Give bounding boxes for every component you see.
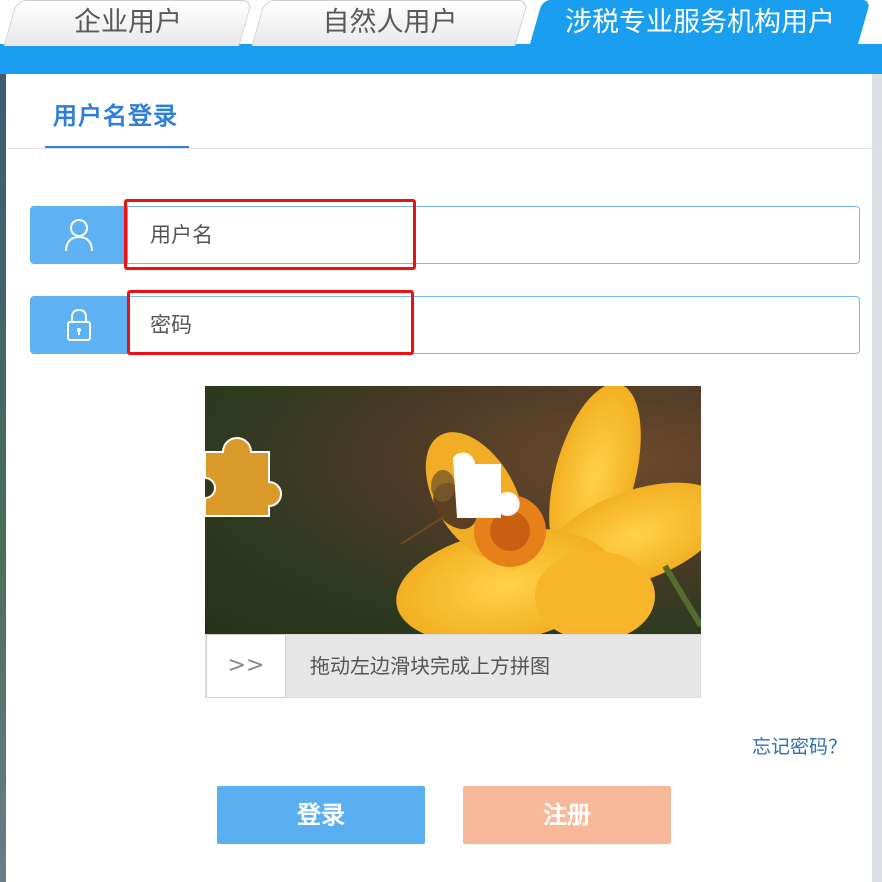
username-icon-box [30, 206, 128, 264]
tab-label: 企业用户 [74, 7, 182, 38]
register-button[interactable]: 注册 [463, 786, 671, 844]
tab-individual-user[interactable]: 自然人用户 [251, 0, 529, 46]
user-type-tabs: 企业用户 自然人用户 涉税专业服务机构用户 [0, 0, 882, 74]
username-field [30, 206, 860, 264]
tab-enterprise-user[interactable]: 企业用户 [3, 0, 253, 46]
background-edge [0, 40, 6, 882]
password-icon-box [30, 296, 128, 354]
flower-image [205, 386, 701, 634]
password-input[interactable] [128, 297, 859, 353]
login-button[interactable]: 登录 [217, 786, 425, 844]
slider-handle[interactable]: >> [206, 634, 286, 698]
slider-captcha: >> 拖动左边滑块完成上方拼图 [205, 386, 701, 698]
slider-track[interactable]: >> 拖动左边滑块完成上方拼图 [205, 634, 701, 698]
subtab-divider [8, 148, 882, 149]
user-icon [65, 219, 93, 252]
tab-username-login[interactable]: 用户名登录 [45, 86, 189, 148]
login-window: 企业用户 自然人用户 涉税专业服务机构用户 用户名登录 用户名 >> 拖动左边滑… [0, 0, 882, 882]
username-input-wrap [128, 206, 860, 264]
window-scroll-edge [872, 40, 882, 882]
password-field [30, 296, 860, 354]
tab-label: 涉税专业服务机构用户 [565, 7, 835, 38]
tabs-strip [0, 44, 882, 74]
lock-icon [67, 308, 91, 341]
captcha-puzzle-image [205, 386, 701, 634]
tab-tax-agency-user[interactable]: 涉税专业服务机构用户 [529, 0, 871, 46]
forgot-password-link[interactable]: 忘记密码？ [752, 732, 847, 759]
password-input-wrap [128, 296, 860, 354]
username-input[interactable] [128, 207, 859, 263]
subtab-label: 用户名登录 [53, 102, 178, 130]
tab-label: 自然人用户 [322, 7, 458, 38]
slider-instruction: 拖动左边滑块完成上方拼图 [310, 654, 550, 678]
